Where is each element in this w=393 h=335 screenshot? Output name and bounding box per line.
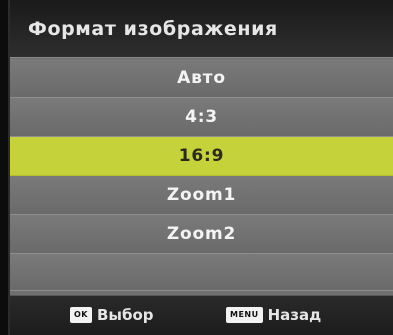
ok-select-hint: OK Выбор (70, 306, 154, 324)
menu-back-label: Назад (267, 306, 322, 324)
tv-screen: Формат изображения Авто 4:3 16:9 Zoom1 Z… (0, 0, 393, 335)
menu-item-label: 16:9 (178, 146, 225, 166)
ok-select-label: Выбор (97, 306, 154, 324)
menu-footer: OK Выбор MENU Назад (10, 295, 393, 335)
aspect-ratio-options: Авто 4:3 16:9 Zoom1 Zoom2 (10, 59, 393, 295)
menu-back-hint: MENU Назад (226, 306, 321, 324)
menu-header: Формат изображения (10, 0, 393, 58)
ok-key-icon: OK (70, 307, 92, 323)
aspect-ratio-menu-panel: Формат изображения Авто 4:3 16:9 Zoom1 Z… (8, 0, 393, 335)
menu-item-zoom1[interactable]: Zoom1 (10, 176, 393, 215)
menu-item-4-3[interactable]: 4:3 (10, 98, 393, 137)
menu-item-zoom2[interactable]: Zoom2 (10, 215, 393, 254)
menu-title: Формат изображения (28, 18, 278, 40)
menu-item-label: Zoom2 (166, 224, 237, 244)
menu-item-auto[interactable]: Авто (10, 59, 393, 98)
menu-item-label: 4:3 (185, 107, 218, 127)
menu-item-16-9[interactable]: 16:9 (10, 137, 393, 176)
menu-key-icon: MENU (226, 307, 263, 323)
menu-item-empty (10, 254, 393, 291)
menu-item-label: Авто (177, 68, 226, 88)
menu-item-label: Zoom1 (166, 185, 237, 205)
